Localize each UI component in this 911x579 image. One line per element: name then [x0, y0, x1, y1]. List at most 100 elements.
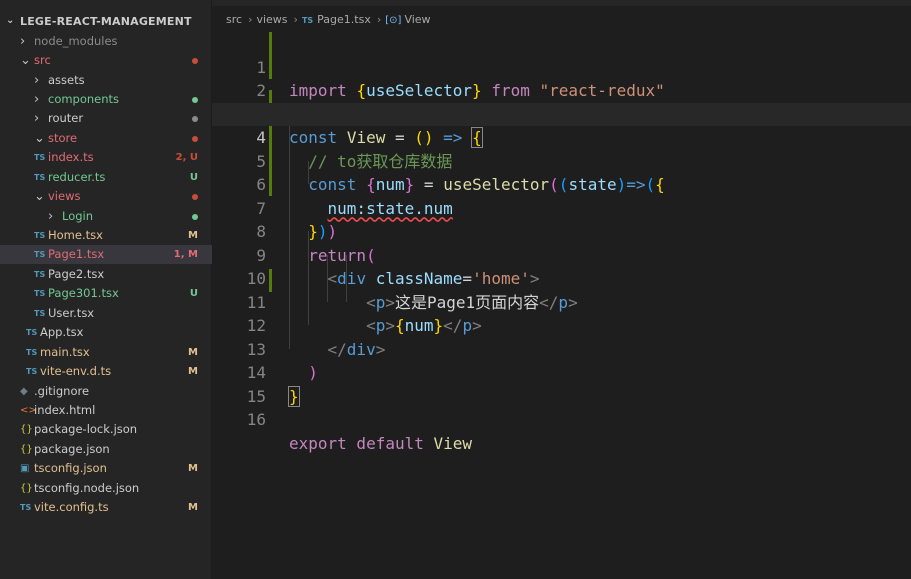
file-tree-label: index.html [34, 403, 96, 417]
chevron-right-icon: › [20, 34, 26, 49]
file-tree-item[interactable]: › router [0, 109, 212, 128]
git-status-badge: 2, U [175, 152, 198, 163]
file-tree-item[interactable]: TS main.tsx M [0, 343, 212, 362]
git-status-badge: 1, M [173, 249, 198, 260]
code-line: 8 return( [212, 197, 911, 265]
typescript-icon: TS [34, 250, 46, 259]
file-tree-item[interactable]: {} tsconfig.node.json [0, 479, 212, 498]
breadcrumb-src[interactable]: src [226, 13, 242, 26]
file-tree-item[interactable]: TS App.tsx [0, 323, 212, 342]
file-tree-label: User.tsx [48, 306, 95, 320]
typescript-icon: TS [20, 503, 32, 512]
git-status-badge: U [189, 288, 198, 299]
code-line: 9 <div className='home'> [212, 220, 911, 289]
file-tree-item[interactable]: {} package.json [0, 440, 212, 459]
file-tree-label: vite-env.d.ts [40, 364, 112, 378]
file-tree-item[interactable]: TS Page2.tsx [0, 265, 212, 284]
token: View [433, 433, 473, 453]
file-tree-item[interactable]: ◆ .gitignore [0, 382, 212, 401]
file-tree-item[interactable]: › components [0, 90, 212, 109]
file-tree-item[interactable]: TS Home.tsx M [0, 226, 212, 245]
file-tree-item[interactable]: ▣ tsconfig.json M [0, 459, 212, 478]
file-tree-label: router [48, 111, 84, 125]
typescript-icon: TS [34, 173, 46, 182]
file-tree-item[interactable]: TS Page301.tsx U [0, 284, 212, 303]
tsconfig-icon: ▣ [20, 463, 30, 474]
file-tree-item[interactable]: TS vite.config.ts M [0, 498, 212, 517]
code-line-current: 4 // to获取仓库数据 [212, 102, 911, 171]
file-tree-label: Login [62, 209, 94, 223]
git-status-badge: M [188, 347, 198, 358]
chevron-right-icon: › [34, 111, 40, 126]
git-status-badge: M [188, 230, 198, 241]
file-tree-label: assets [48, 73, 85, 87]
code-line: 10 <p>这是Page1页面内容</p> [212, 244, 911, 312]
file-tree-item[interactable]: {} package-lock.json [0, 420, 212, 439]
typescript-icon: TS [34, 231, 46, 240]
file-tree-item[interactable]: TS vite-env.d.ts M [0, 362, 212, 381]
code-line: 16 export default View [212, 385, 911, 453]
file-tree-label: src [34, 53, 51, 67]
file-tree-label: tsconfig.json [34, 461, 107, 475]
breadcrumb-file[interactable]: Page1.tsx [317, 13, 371, 26]
json-icon: {} [20, 424, 33, 435]
git-status-dot [192, 136, 198, 142]
file-tree-item[interactable]: ⌄ views [0, 187, 212, 206]
code-line: 13 ) [212, 314, 911, 383]
file-tree-label: tsconfig.node.json [34, 481, 140, 495]
file-tree-item[interactable]: TS Page1.tsx 1, M [0, 245, 212, 264]
file-tree-label: store [48, 131, 78, 145]
typescript-icon: TS [26, 367, 38, 376]
typescript-icon: TS [26, 328, 38, 337]
code-editor[interactable]: 1 import {useSelector} from "react-redux… [212, 32, 911, 579]
file-tree-item[interactable]: ⌄ src [0, 51, 212, 70]
file-tree-label: components [48, 92, 120, 106]
chevron-right-icon: › [248, 13, 253, 26]
file-tree-label: Page1.tsx [48, 247, 105, 261]
typescript-icon: TS [301, 16, 314, 25]
gitignore-icon: ◆ [20, 386, 28, 397]
chevron-right-icon: › [34, 92, 40, 107]
file-tree-item[interactable]: TS reducer.ts U [0, 168, 212, 187]
git-status-dot [192, 58, 198, 64]
file-tree-item[interactable]: ⌄ store [0, 129, 212, 148]
explorer-header[interactable]: ⌄ LEGE-REACT-MANAGEMENT [0, 12, 212, 32]
file-tree-label: vite.config.ts [34, 500, 109, 514]
code-line: 6 num:state.num [212, 150, 911, 218]
file-tree-item[interactable]: › assets [0, 71, 212, 90]
file-tree-item[interactable]: › node_modules [0, 32, 212, 51]
chevron-down-icon: ⌄ [20, 53, 31, 68]
code-line: 3 const View = () => { [212, 79, 911, 148]
typescript-icon: TS [34, 289, 46, 298]
typescript-icon: TS [34, 153, 46, 162]
file-tree-item[interactable]: TS User.tsx [0, 304, 212, 323]
file-tree-label: node_modules [34, 34, 118, 48]
code-line: 5 const {num} = useSelector((state)=>({ [212, 126, 911, 195]
tab-strip [212, 0, 911, 6]
line-number: 16 [246, 410, 266, 429]
file-tree-item[interactable]: <> index.html [0, 401, 212, 420]
chevron-right-icon: › [34, 73, 40, 88]
typescript-icon: TS [26, 348, 38, 357]
file-tree-label: index.ts [48, 150, 94, 164]
json-icon: {} [20, 444, 33, 455]
file-tree-label: .gitignore [34, 384, 90, 398]
chevron-right-icon: › [376, 13, 382, 26]
breadcrumb-symbol[interactable]: View [404, 13, 430, 26]
chevron-right-icon: › [48, 209, 54, 224]
code-line: 11 <p>{num}</p> [212, 267, 911, 336]
breadcrumb-views[interactable]: views [256, 13, 287, 26]
code-line: 7 })) [212, 173, 911, 242]
git-status-dot [192, 214, 198, 220]
chevron-down-icon: ⌄ [34, 189, 45, 204]
file-tree-item[interactable]: TS index.ts 2, U [0, 148, 212, 167]
git-status-badge: U [189, 172, 198, 183]
json-icon: {} [20, 483, 33, 494]
file-tree-label: main.tsx [40, 345, 90, 359]
file-tree-label: Home.tsx [48, 228, 103, 242]
symbol-variable-icon: [⊙] [385, 15, 402, 26]
file-tree-item[interactable]: › Login [0, 207, 212, 226]
typescript-icon: TS [34, 309, 46, 318]
code-line: 15 [212, 361, 911, 406]
code-line: 12 </div> [212, 291, 911, 359]
